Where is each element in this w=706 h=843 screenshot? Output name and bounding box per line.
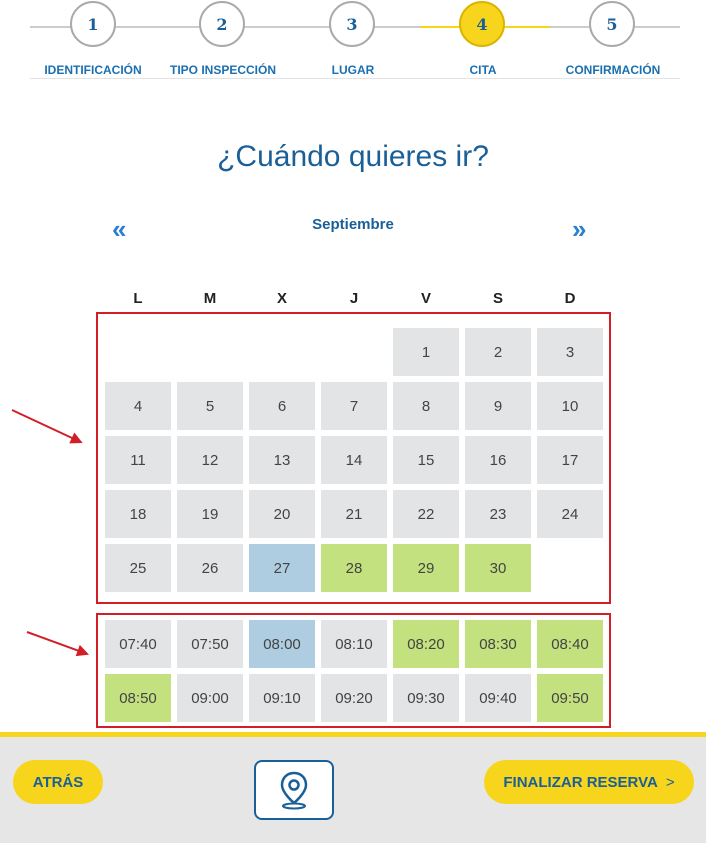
step-4-circle: 4 [459, 1, 505, 47]
step-1-label: IDENTIFICACIÓN [44, 63, 142, 77]
calendar-highlight-box [96, 312, 611, 604]
step-5-label: CONFIRMACIÓN [565, 63, 661, 77]
time-slots-highlight-box [96, 613, 611, 728]
step-5-circle: 5 [589, 1, 635, 47]
weekday-label: L [133, 290, 143, 307]
weekday-label: X [276, 290, 287, 307]
annotation-arrow [26, 631, 88, 655]
finish-booking-button[interactable]: FINALIZAR RESERVA > [484, 760, 694, 804]
weekday-label: M [203, 290, 217, 307]
step-2-label: TIPO INSPECCIÓN [169, 63, 277, 77]
step-4-label: CITA [469, 63, 497, 77]
next-month-button[interactable]: » [572, 214, 586, 245]
weekday-label: J [349, 290, 359, 307]
page-title: ¿Cuándo quieres ir? [217, 140, 489, 173]
back-button[interactable]: ATRÁS [13, 760, 103, 804]
finish-booking-label: FINALIZAR RESERVA [503, 773, 658, 791]
step-3-circle: 3 [329, 1, 375, 47]
map-button[interactable] [254, 760, 334, 820]
step-1-circle: 1 [70, 1, 116, 47]
weekday-label: S [492, 290, 503, 307]
progress-stepper: 1 2 3 4 5 IDENTIFICACIÓN TIPO INSPECCIÓN… [0, 0, 706, 80]
calendar-month: Septiembre [312, 216, 394, 233]
step-2-circle: 2 [199, 1, 245, 47]
step-3-label: LUGAR [331, 63, 375, 77]
weekday-label: D [564, 290, 576, 307]
map-pin-icon [280, 771, 308, 810]
chevron-right-icon: > [665, 773, 675, 791]
weekday-label: V [420, 290, 431, 307]
double-chevron-right-icon: » [572, 214, 587, 244]
stepper-divider [30, 78, 680, 79]
annotation-arrow [11, 409, 82, 444]
